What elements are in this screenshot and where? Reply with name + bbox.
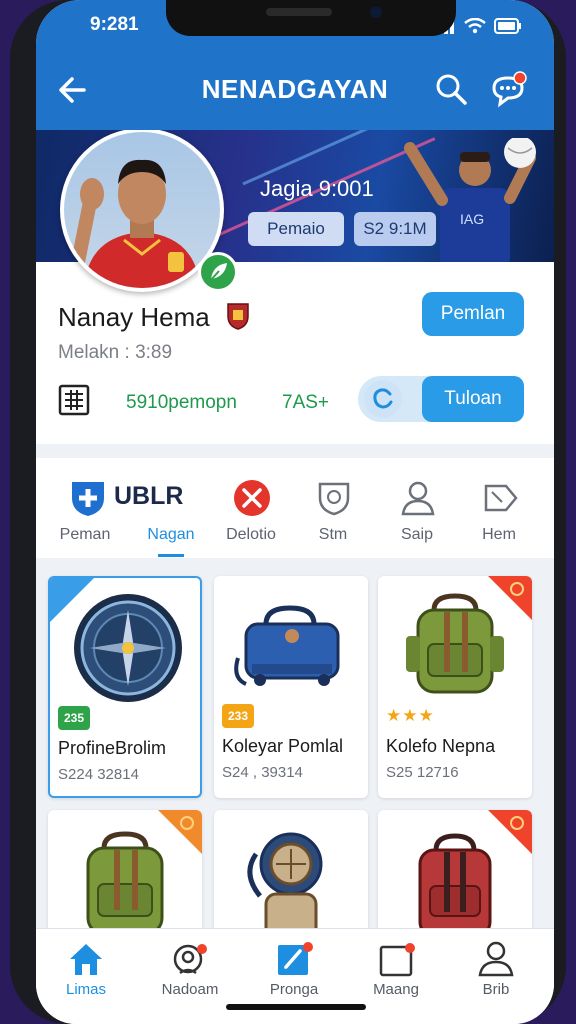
chat-icon[interactable] xyxy=(488,70,528,110)
nav-label: Pronga xyxy=(269,981,319,998)
coin-icon xyxy=(510,816,524,830)
nav-label: Maang xyxy=(373,981,419,998)
team-crest-icon xyxy=(227,303,249,330)
product-grid: 235 ProfineBrolim S224 32814 233 Koleyar… xyxy=(36,560,554,950)
stats-grid-icon[interactable] xyxy=(58,384,90,416)
profile-card: Nanay Hema Melakn : 3:89 Pemlan 5910pemo… xyxy=(36,262,554,444)
tag-icon xyxy=(484,484,518,512)
diver-item-image xyxy=(247,832,323,944)
banner-pill-left[interactable]: Pemaio xyxy=(248,212,344,246)
product-card[interactable]: 233 Koleyar Pomlal S24 , 39314 xyxy=(214,576,368,798)
category-item-hem[interactable]: Hem xyxy=(454,458,544,558)
category-label: Hem xyxy=(482,526,516,543)
product-price: S224 32814 xyxy=(58,766,139,783)
banner-pill-right[interactable]: S2 9:1M xyxy=(354,212,436,246)
category-label: Delotio xyxy=(226,526,276,543)
shield-plus-icon xyxy=(72,482,104,516)
search-icon[interactable] xyxy=(434,72,468,106)
category-item-delotio[interactable]: Delotio xyxy=(206,458,296,558)
app-header: NENADGAYAN xyxy=(36,60,554,130)
verified-badge xyxy=(198,252,238,292)
action-button[interactable]: Tuloan xyxy=(422,376,524,422)
product-price: S24 , 39314 xyxy=(222,764,303,781)
action-toggle[interactable]: Tuloan xyxy=(358,376,524,422)
nav-label: Limas xyxy=(65,981,106,998)
notch xyxy=(166,0,456,36)
active-category-indicator xyxy=(158,554,184,557)
product-card[interactable]: ★★★ Kolefo Nepna S25 12716 xyxy=(378,576,532,798)
refresh-icon[interactable] xyxy=(364,380,402,418)
avatar-photo xyxy=(71,159,200,288)
page-title: NENADGAYAN xyxy=(201,74,389,104)
category-item-stm[interactable]: Stm xyxy=(288,458,378,558)
product-card[interactable]: 235 ProfineBrolim S224 32814 xyxy=(48,576,202,798)
category-label: Nagan xyxy=(147,526,195,543)
edit-icon xyxy=(278,942,313,975)
user-icon xyxy=(401,481,435,516)
product-badge: 235 xyxy=(58,706,91,730)
category-item-peman[interactable]: Peman xyxy=(36,458,126,558)
category-item-nagan[interactable]: Nagan xyxy=(126,458,216,558)
product-title: Kolefo Nepna xyxy=(386,736,496,756)
home-icon xyxy=(70,944,102,975)
profile-stat-primary: 5910pemopn xyxy=(126,392,237,413)
user-icon xyxy=(478,941,514,977)
nav-label: Brib xyxy=(482,981,510,998)
product-badge: 233 xyxy=(222,704,255,728)
banner-role: Jagia 9:001 xyxy=(260,176,374,201)
category-label: Peman xyxy=(59,526,111,543)
nav-tab-home[interactable]: Limas xyxy=(36,929,136,1024)
support-icon xyxy=(173,944,207,975)
green-backpack-item-image xyxy=(406,593,504,694)
phone-frame: 9:281 NENADGAYAN IAG Jagia 9:001 Pemaio … xyxy=(10,0,566,1024)
category-item-saip[interactable]: Saip xyxy=(372,458,462,558)
nav-label: Nadoam xyxy=(161,981,219,998)
profile-name: Nanay Hema xyxy=(58,302,210,332)
red-backpack-item-image xyxy=(418,833,492,938)
green-backpack-item-image xyxy=(86,831,164,936)
product-title: Koleyar Pomlal xyxy=(222,736,344,756)
coin-icon xyxy=(180,816,194,830)
category-bar: Peman UBLR Nagan Delotio Stm Saip Hem xyxy=(36,458,554,558)
follow-button[interactable]: Pemlan xyxy=(422,292,524,336)
nav-tab-profile[interactable]: Brib xyxy=(446,929,546,1024)
shield-icon xyxy=(318,482,350,516)
screen: 9:281 NENADGAYAN IAG Jagia 9:001 Pemaio … xyxy=(36,0,554,1024)
close-circle-icon xyxy=(234,480,270,516)
product-rating-stars: ★★★ xyxy=(386,706,435,725)
wifi-icon xyxy=(464,18,486,34)
leaf-icon xyxy=(209,263,227,282)
product-title: ProfineBrolim xyxy=(58,738,167,758)
svg-text:IAG: IAG xyxy=(460,211,484,227)
bag-icon xyxy=(379,943,415,977)
nav-tab-support[interactable]: Nadoam xyxy=(140,929,240,1024)
battery-icon xyxy=(494,18,521,34)
status-time: 9:281 xyxy=(90,14,139,35)
product-price: S25 12716 xyxy=(386,764,459,781)
compass-item-image xyxy=(74,594,182,702)
category-label: Stm xyxy=(318,526,348,543)
blue-bag-item-image xyxy=(234,605,340,686)
profile-subtitle: Melakn : 3:89 xyxy=(58,342,173,363)
coin-icon xyxy=(510,582,524,596)
home-indicator[interactable] xyxy=(226,1004,366,1010)
profile-stat-secondary: 7AS+ xyxy=(282,392,330,413)
category-label: Saip xyxy=(400,526,434,543)
